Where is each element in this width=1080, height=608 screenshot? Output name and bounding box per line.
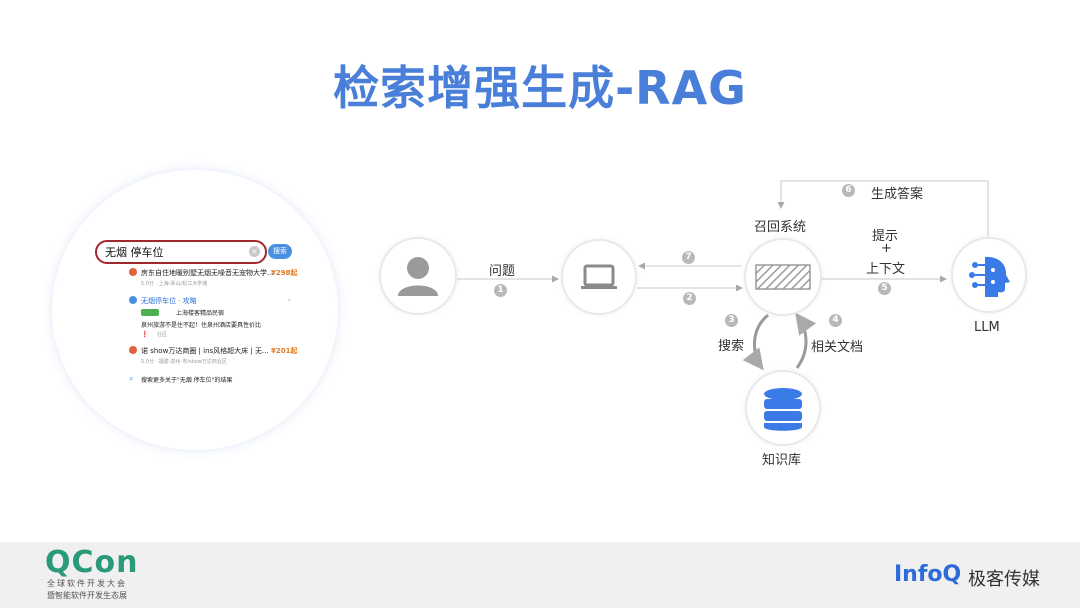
label-search: 搜索	[718, 339, 745, 354]
llm-node	[951, 237, 1027, 313]
recall-node	[744, 238, 822, 316]
step-1-badge: 1	[494, 284, 507, 297]
label-related-docs: 相关文档	[811, 340, 864, 355]
step-5-badge: 5	[878, 282, 891, 295]
label-plus: +	[881, 241, 892, 256]
app-node	[561, 239, 637, 315]
arrow-docs	[795, 312, 817, 369]
step-7-badge: 7	[682, 251, 695, 264]
laptop-icon	[581, 264, 617, 289]
step-6-badge: 6	[842, 184, 855, 197]
label-generate-answer: 生成答案	[871, 187, 924, 202]
database-icon	[764, 388, 802, 431]
arrows-layer	[457, 180, 989, 371]
label-context: 上下文	[866, 262, 906, 277]
step-3-badge: 3	[725, 314, 738, 327]
label-knowledge-base: 知识库	[762, 453, 802, 468]
user-icon	[398, 257, 438, 296]
step-2-badge: 2	[683, 292, 696, 305]
qcon-logo: QCon	[45, 545, 139, 580]
ai-head-icon	[969, 256, 1010, 297]
geek-media-logo: 极客传媒	[968, 569, 1040, 590]
qcon-subtitle-2: 暨智能软件开发生态展	[47, 591, 127, 600]
label-llm: LLM	[974, 320, 1000, 335]
qcon-subtitle: 全球软件开发大会	[47, 579, 127, 588]
user-node	[379, 237, 457, 315]
label-question: 问题	[489, 264, 516, 279]
kb-node	[745, 370, 821, 446]
label-recall-system: 召回系统	[754, 220, 807, 235]
arrow-search	[742, 313, 770, 371]
step-4-badge: 4	[829, 314, 842, 327]
retrieval-system-icon	[755, 264, 811, 290]
infoq-logo: InfoQ	[894, 562, 962, 587]
